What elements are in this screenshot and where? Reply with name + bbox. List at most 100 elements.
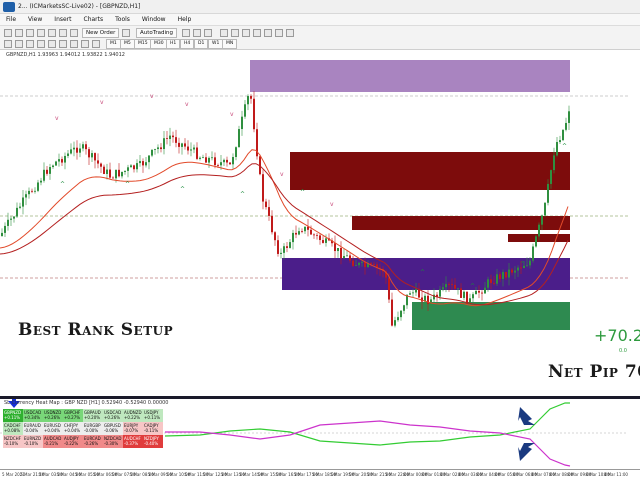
zoom-in-icon[interactable]	[220, 29, 228, 37]
menu-insert[interactable]: Insert	[48, 14, 77, 25]
data-window-icon[interactable]	[37, 29, 45, 37]
candle-body	[304, 226, 306, 232]
market-watch-icon[interactable]	[26, 29, 34, 37]
fibonacci-icon[interactable]	[70, 40, 78, 48]
tile-windows-icon[interactable]	[242, 29, 250, 37]
candle-body	[280, 252, 282, 254]
candle-body	[403, 305, 405, 311]
bar-chart-icon[interactable]	[182, 29, 190, 37]
line-chart-icon[interactable]	[204, 29, 212, 37]
sell-signal-marker: v	[100, 99, 104, 106]
candle-body	[535, 236, 537, 247]
candle-body	[544, 202, 546, 216]
candle-body	[511, 269, 513, 273]
editor-icon[interactable]	[122, 29, 130, 37]
candle-body	[91, 153, 93, 158]
candle-body	[361, 261, 363, 263]
candle-body	[247, 96, 249, 105]
candlestick-icon[interactable]	[193, 29, 201, 37]
new-chart-icon[interactable]	[4, 29, 12, 37]
time-tick-label: 8 Mar 11:00	[603, 472, 628, 477]
candle-body	[64, 155, 66, 163]
terminal-icon[interactable]	[59, 29, 67, 37]
new-order-button[interactable]: New Order	[82, 28, 120, 38]
heat-cell: USDCAD +0.26%	[103, 409, 123, 422]
pips-value: +70.2	[594, 326, 640, 345]
candle-body	[61, 159, 63, 163]
candle-body	[541, 215, 543, 225]
candle-body	[196, 147, 198, 159]
candle-body	[79, 148, 81, 153]
crosshair-icon[interactable]	[15, 40, 23, 48]
candle-body	[274, 232, 276, 241]
price-chart[interactable]: v v v v v v v ^ ^ ^ ^ ^ ^ ^ ^ ^	[0, 56, 640, 396]
candle-body	[298, 231, 300, 235]
timeframe-m30[interactable]: M30	[150, 39, 168, 49]
auto-trading-button[interactable]: AutoTrading	[136, 28, 177, 38]
candle-body	[139, 161, 141, 164]
heat-cell: EURGBP -0.00%	[83, 422, 103, 435]
candle-body	[265, 201, 267, 208]
channel-icon[interactable]	[59, 40, 67, 48]
candle-body	[490, 279, 492, 284]
candle-body	[58, 159, 60, 162]
horizontal-line-icon[interactable]	[37, 40, 45, 48]
candle-body	[475, 290, 477, 295]
menu-help[interactable]: Help	[172, 14, 198, 25]
candle-body	[283, 246, 285, 253]
candle-body	[457, 288, 459, 290]
menu-tools[interactable]: Tools	[109, 14, 136, 25]
candle-body	[559, 140, 561, 143]
candle-body	[202, 157, 204, 159]
candle-body	[70, 149, 72, 154]
text-tool-icon[interactable]	[81, 40, 89, 48]
heat-cell: NZDCHF -0.10%	[3, 435, 23, 448]
tester-icon[interactable]	[70, 29, 78, 37]
buy-signal-marker: ^	[470, 283, 475, 290]
timeframe-m5[interactable]: M5	[120, 39, 135, 49]
menu-charts[interactable]: Charts	[78, 14, 110, 25]
currency-heat-matrix: GBPNZD +0.11% USDCAD +0.34% USDNZD +0.26% GBPC…	[3, 409, 163, 448]
buy-signal-marker: ^	[300, 189, 305, 196]
candle-body	[115, 169, 117, 179]
timeframe-mn[interactable]: MN	[222, 39, 238, 49]
candle-body	[34, 190, 36, 192]
menu-bar: File View Insert Charts Tools Window Hel…	[0, 14, 640, 26]
candle-body	[49, 167, 51, 174]
timeframe-d1[interactable]: D1	[194, 39, 209, 49]
cursor-icon[interactable]	[4, 40, 12, 48]
candle-body	[508, 269, 510, 278]
sell-signal-marker: v	[330, 201, 334, 208]
resistance-zone-thin	[352, 216, 570, 230]
candle-body	[445, 284, 447, 288]
timeframe-h4[interactable]: H4	[180, 39, 195, 49]
autoscroll-icon[interactable]	[253, 29, 261, 37]
navigator-icon[interactable]	[48, 29, 56, 37]
vertical-line-icon[interactable]	[26, 40, 34, 48]
candle-body	[502, 271, 504, 279]
supply-zone	[250, 60, 570, 92]
menu-window[interactable]: Window	[136, 14, 172, 25]
pips-sub-value: 0.0	[619, 348, 627, 354]
candle-body	[85, 144, 87, 150]
indicators-icon[interactable]	[275, 29, 283, 37]
menu-file[interactable]: File	[0, 14, 22, 25]
candle-body	[547, 183, 549, 203]
candle-body	[319, 235, 321, 241]
profiles-icon[interactable]	[15, 29, 23, 37]
candle-body	[418, 289, 420, 298]
timeframe-h1[interactable]: H1	[166, 39, 181, 49]
timeframe-m15[interactable]: M15	[134, 39, 152, 49]
candle-body	[229, 162, 231, 165]
trendline-icon[interactable]	[48, 40, 56, 48]
arrows-icon[interactable]	[92, 40, 100, 48]
zoom-out-icon[interactable]	[231, 29, 239, 37]
timeframe-m1[interactable]: M1	[106, 39, 121, 49]
menu-view[interactable]: View	[22, 14, 48, 25]
chart-shift-icon[interactable]	[264, 29, 272, 37]
candle-body	[427, 295, 429, 305]
templates-icon[interactable]	[286, 29, 294, 37]
candle-body	[214, 157, 216, 166]
candle-body	[316, 234, 318, 236]
candle-body	[454, 284, 456, 289]
